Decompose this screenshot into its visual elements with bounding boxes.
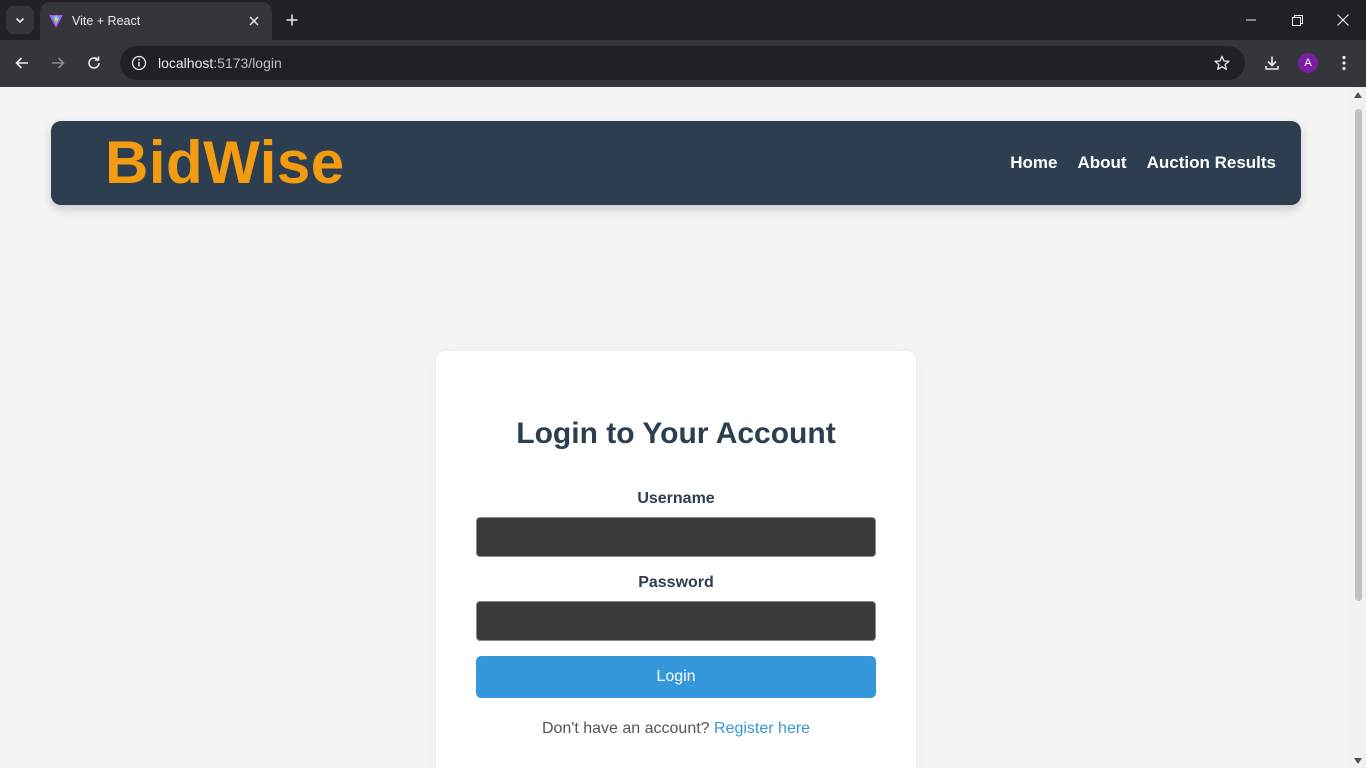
scrollbar-thumb[interactable] (1355, 109, 1362, 601)
minimize-icon (1246, 19, 1256, 21)
forward-button[interactable] (43, 48, 73, 78)
info-icon[interactable] (122, 46, 156, 80)
chevron-down-icon (15, 17, 25, 24)
login-title: Login to Your Account (516, 417, 836, 450)
browser-menu-button[interactable] (1329, 48, 1359, 78)
password-label: Password (638, 574, 714, 591)
tab-title: Vite + React (72, 14, 141, 28)
address-bar[interactable]: localhost:5173/login (120, 46, 1245, 80)
browser-toolbar: localhost:5173/login A (0, 40, 1366, 87)
kebab-menu-icon (1342, 55, 1346, 71)
username-input[interactable] (476, 517, 876, 557)
scroll-down-icon[interactable] (1354, 758, 1362, 764)
nav-auction-results-link[interactable]: Auction Results (1147, 153, 1276, 173)
star-icon (1214, 55, 1230, 71)
register-prompt: Don't have an account? Register here (436, 720, 916, 738)
site-header: BidWise Home About Auction Results (51, 121, 1301, 205)
downloads-button[interactable] (1257, 48, 1287, 78)
register-prompt-text: Don't have an account? (541, 720, 710, 737)
url-path: :5173/login (213, 55, 282, 71)
restore-button[interactable] (1274, 0, 1320, 40)
tab-close-button[interactable] (244, 11, 264, 31)
vite-logo-icon (48, 13, 64, 29)
tab-list-button[interactable] (6, 6, 34, 34)
password-input[interactable] (476, 601, 876, 641)
scroll-up-icon[interactable] (1354, 92, 1362, 98)
bookmark-star-button[interactable] (1205, 46, 1239, 80)
login-button[interactable]: Login (476, 656, 876, 698)
download-icon (1265, 56, 1279, 70)
minimize-button[interactable] (1228, 0, 1274, 40)
plus-icon (286, 14, 298, 26)
arrow-left-icon (15, 57, 28, 69)
restore-icon (1291, 14, 1303, 26)
url-host: localhost (158, 55, 214, 71)
nav-home-link[interactable]: Home (1010, 153, 1057, 173)
username-label: Username (637, 490, 715, 507)
new-tab-button[interactable] (280, 8, 304, 32)
url-text: localhost:5173/login (158, 55, 1205, 71)
profile-avatar[interactable]: A (1298, 53, 1318, 73)
close-icon (249, 16, 259, 26)
site-nav: Home About Auction Results (1010, 121, 1276, 205)
arrow-right-icon (52, 57, 65, 69)
browser-tab[interactable]: Vite + React (40, 2, 272, 40)
brand-logo[interactable]: BidWise (105, 129, 345, 197)
page-scrollbar[interactable] (1351, 87, 1366, 768)
page-viewport: BidWise Home About Auction Results Login… (0, 87, 1351, 768)
close-icon (1337, 14, 1349, 26)
browser-tab-bar: Vite + React (0, 0, 1366, 40)
nav-about-link[interactable]: About (1078, 153, 1127, 173)
reload-button[interactable] (79, 48, 109, 78)
back-button[interactable] (7, 48, 37, 78)
reload-icon (88, 56, 100, 69)
close-window-button[interactable] (1320, 0, 1366, 40)
register-link[interactable]: Register here (714, 720, 810, 737)
login-card: Login to Your Account Username Password … (436, 351, 916, 768)
